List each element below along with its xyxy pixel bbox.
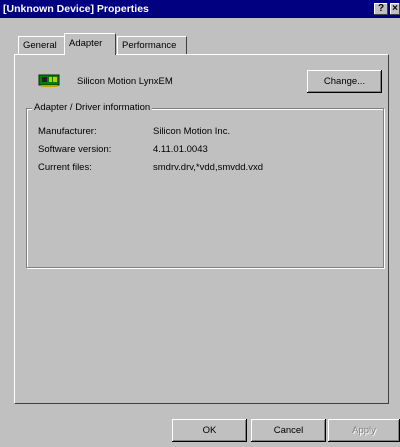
change-button-label: Change... [323, 76, 366, 87]
manufacturer-label: Manufacturer: [38, 126, 97, 137]
current-files-value: smdrv.drv,*vdd,smvdd.vxd [153, 162, 263, 173]
device-name: Silicon Motion LynxEM [77, 76, 173, 87]
current-files-label: Current files: [38, 162, 92, 173]
software-version-value: 4.11.01.0043 [153, 144, 208, 155]
title-bar[interactable]: [Unknown Device] Properties [0, 0, 400, 18]
ok-button[interactable]: OK [172, 419, 247, 442]
software-version-label: Software version: [38, 144, 112, 155]
manufacturer-value: Silicon Motion Inc. [153, 126, 231, 137]
cancel-button[interactable]: Cancel [251, 419, 326, 442]
window-title: [Unknown Device] Properties [3, 3, 149, 15]
apply-button[interactable]: Apply [328, 419, 400, 442]
tab-adapter[interactable]: Adapter [64, 33, 116, 55]
display-adapter-icon [38, 74, 60, 87]
properties-dialog: [Unknown Device] Properties ? × General … [0, 0, 400, 447]
tab-general[interactable]: General [18, 36, 68, 54]
driver-info-group-label: Adapter / Driver information [32, 102, 153, 113]
close-button[interactable]: × [390, 3, 400, 15]
change-button[interactable]: Change... [307, 70, 382, 93]
help-button[interactable]: ? [374, 3, 388, 15]
tab-performance[interactable]: Performance [117, 36, 187, 54]
